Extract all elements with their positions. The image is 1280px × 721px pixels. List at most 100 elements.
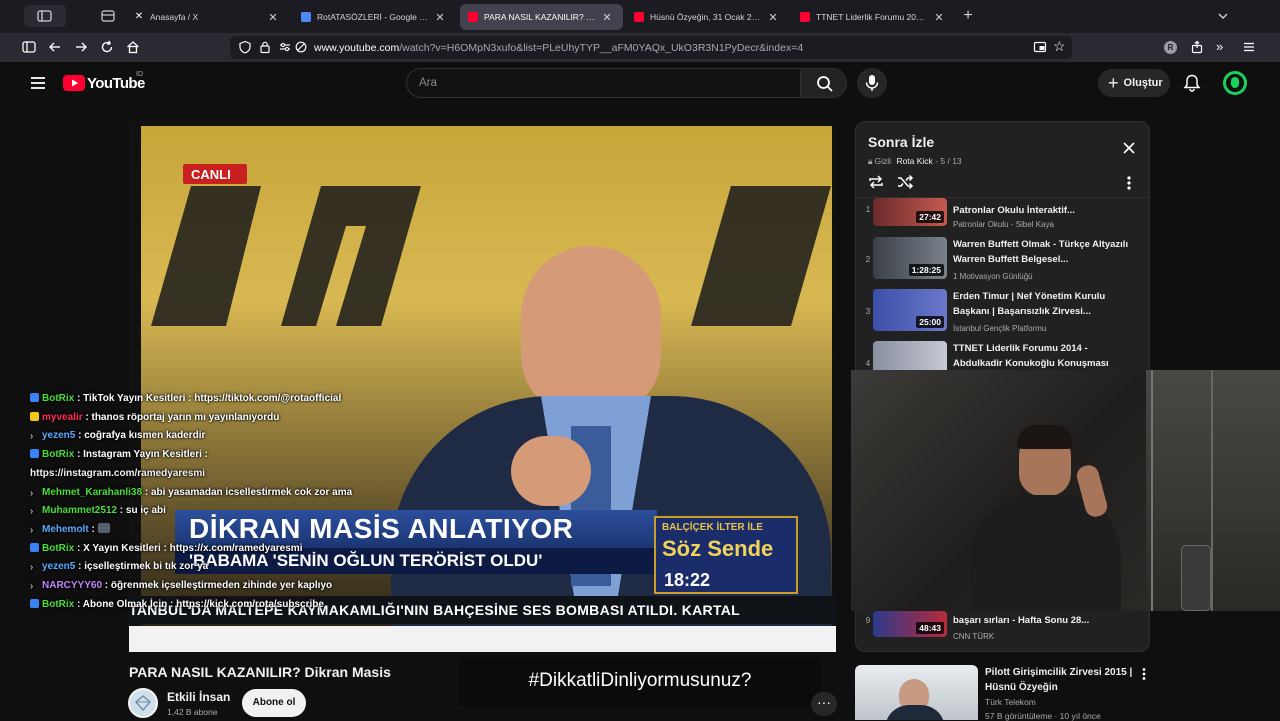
- recommendation-channel: Türk Telekom: [985, 697, 1036, 707]
- bot-badge-icon: [30, 393, 39, 402]
- new-tab-icon[interactable]: +: [960, 8, 976, 24]
- tracking-blocked-icon[interactable]: [294, 40, 308, 54]
- tab-google-doc[interactable]: RotATASÖZLERİ - Google Doküman ✕: [293, 4, 456, 30]
- item-duration: 1:28:25: [908, 264, 944, 276]
- search-input[interactable]: Ara: [406, 68, 801, 98]
- show-name-top: BALÇİÇEK İLTER İLE: [662, 522, 763, 533]
- item-thumbnail[interactable]: 48:43: [873, 611, 947, 637]
- chat-message: › Muhammet2512 : su iç abi: [30, 505, 166, 518]
- playlist-owner[interactable]: Rota Kick: [896, 156, 932, 166]
- live-badge: CANLI: [183, 164, 247, 184]
- youtube-logo[interactable]: YouTube ID: [63, 71, 158, 94]
- tab-groups-icon[interactable]: [101, 9, 115, 23]
- voice-search-button[interactable]: [857, 68, 887, 98]
- tab-ttnet-forum[interactable]: TTNET Liderlik Forumu 2014 - A ✕: [792, 4, 955, 30]
- create-button[interactable]: + Oluştur: [1098, 69, 1170, 97]
- guide-menu-icon[interactable]: [29, 74, 47, 92]
- tab-husnu-ozyegin[interactable]: Hüsnü Özyeğin, 31 Ocak 2017 P ✕: [626, 4, 789, 30]
- tab-title: TTNET Liderlik Forumu 2014 - A: [816, 12, 929, 22]
- playlist-menu-icon[interactable]: [1124, 174, 1134, 192]
- close-icon[interactable]: [1121, 140, 1137, 156]
- recommendation-menu-icon[interactable]: [1140, 667, 1148, 681]
- reader-view-icon[interactable]: [1033, 40, 1047, 54]
- channel-avatar[interactable]: [128, 688, 158, 718]
- url-path: /watch?v=H6OMpN3xufo&list=PLeUhyTYP__aFM…: [399, 42, 804, 54]
- extensions-puzzle-icon[interactable]: »: [1216, 40, 1230, 54]
- chat-username: Mehemolt: [42, 523, 89, 535]
- url-text[interactable]: www.youtube.com/watch?v=H6OMpN3xufo&list…: [314, 42, 803, 54]
- youtube-play-logo-icon: [63, 75, 85, 91]
- more-dots-icon: ···: [817, 694, 831, 710]
- channel-name[interactable]: Etkili İnsan: [167, 690, 230, 704]
- playlist-position: 5 / 13: [940, 156, 962, 166]
- subscribe-button[interactable]: Abone ol: [242, 689, 306, 717]
- chat-message: BotRix : Abone Olmak İçin : https://kick…: [30, 596, 470, 615]
- bot-badge-icon: [30, 449, 39, 459]
- chat-username: BotRix: [42, 393, 75, 404]
- playlist-title[interactable]: Sonra İzle: [868, 134, 934, 150]
- stream-chat-overlay: BotRix : TikTok Yayın Kesitleri : https:…: [30, 390, 470, 614]
- reload-icon[interactable]: [99, 39, 115, 55]
- back-icon[interactable]: [47, 39, 63, 55]
- item-title: başarı sırları - Hafta Sonu 28...: [953, 615, 1090, 626]
- playlist-item[interactable]: 9 48:43 başarı sırları - Hafta Sonu 28..…: [856, 611, 1149, 651]
- x-logo-icon: ✕: [134, 11, 144, 22]
- chat-message: › NARCYYY60 : öğrenmek içselleştirmeden z…: [30, 580, 333, 593]
- sidebar-toggle-icon[interactable]: [24, 5, 66, 27]
- address-bar[interactable]: www.youtube.com/watch?v=H6OMpN3xufo&list…: [230, 36, 1072, 59]
- chat-text: thanos röportaj yarın mı yayınlanıyordu: [91, 411, 280, 423]
- more-actions-button[interactable]: ···: [811, 692, 837, 716]
- tab-close-icon[interactable]: ✕: [434, 11, 446, 24]
- item-thumbnail[interactable]: 1:28:25: [873, 237, 947, 279]
- person-figure: [951, 425, 1131, 611]
- bookmark-star-icon[interactable]: ☆: [1053, 39, 1067, 53]
- item-thumbnail[interactable]: 25:00: [873, 289, 947, 331]
- tab-close-icon[interactable]: ✕: [767, 11, 779, 24]
- video-title: PARA NASIL KAZANILIR? Dikran Masis: [129, 664, 391, 680]
- sidebar-icon[interactable]: [21, 39, 37, 55]
- tab-current-video[interactable]: PARA NASIL KAZANILIR? Dikran Masis ✕: [460, 4, 623, 30]
- item-title: TTNET Liderlik Forumu 2014 - Abdulkadir …: [953, 343, 1109, 369]
- home-icon[interactable]: [125, 39, 141, 55]
- playlist-header: Sonra İzle 🔒︎ Gizli Rota Kick - 5 / 13: [856, 122, 1149, 198]
- tab-close-icon[interactable]: ✕: [933, 11, 945, 24]
- search-button[interactable]: [800, 68, 847, 98]
- playlist-item[interactable]: 2 1:28:25 Warren Buffett Olmak - Türkçe …: [856, 237, 1149, 289]
- tab-x-home[interactable]: ✕ Anasayfa / X ✕: [126, 4, 289, 30]
- shield-icon[interactable]: [238, 40, 252, 54]
- playlist-item[interactable]: 1 27:42 Patronlar Okulu İnteraktif... Pa…: [856, 198, 1149, 234]
- item-thumbnail[interactable]: 27:42: [873, 198, 947, 226]
- chat-username: yezen5: [42, 561, 76, 573]
- chat-username: BotRix: [42, 542, 75, 554]
- extension-r-icon[interactable]: R: [1164, 41, 1177, 54]
- diamond-logo-icon: [135, 695, 151, 711]
- tab-list-chevron-icon[interactable]: [1216, 9, 1230, 23]
- playlist-item[interactable]: 3 25:00 Erden Timur | Nef Yönetim Kurulu…: [856, 289, 1149, 341]
- share-icon[interactable]: [1190, 40, 1204, 54]
- playlist-privacy: Gizli: [874, 156, 892, 166]
- youtube-icon: [634, 12, 644, 22]
- shuffle-icon[interactable]: [896, 173, 914, 191]
- chat-text: Instagram Yayın Kesitleri :: [83, 449, 208, 461]
- account-avatar[interactable]: [1223, 71, 1247, 95]
- tab-close-icon[interactable]: ✕: [601, 11, 613, 24]
- loop-icon[interactable]: [867, 173, 885, 191]
- item-duration: 25:00: [916, 316, 944, 328]
- hashtag-text: #DikkatliDinliyormusunuz?: [528, 670, 752, 691]
- notifications-bell-icon[interactable]: [1182, 73, 1202, 93]
- lock-icon[interactable]: [258, 40, 272, 54]
- chat-message: BotRix : TikTok Yayın Kesitleri : https:…: [30, 390, 470, 409]
- item-channel: 1 Motivasyon Günlüğü: [953, 272, 1033, 281]
- menu-hamburger-icon[interactable]: [1242, 40, 1256, 54]
- chat-message: › Mehmet_Karahanli38 : abi yasamadan icse…: [30, 486, 353, 499]
- permissions-icon[interactable]: [278, 40, 292, 54]
- tab-close-icon[interactable]: ✕: [267, 11, 279, 24]
- forward-icon[interactable]: [73, 39, 89, 55]
- item-duration: 48:43: [916, 622, 944, 634]
- chat-arrow-icon: ›: [30, 524, 34, 536]
- chat-message: BotRix : X Yayın Kesitleri : https://x.c…: [30, 540, 470, 559]
- youtube-header: YouTube ID Ara + Oluştur: [11, 62, 1269, 104]
- recommendation-item[interactable]: Pilott Girişimcilik Zirvesi 2015 | Hüsnü…: [855, 665, 1275, 721]
- recommendation-thumbnail[interactable]: [855, 665, 978, 720]
- video-letterbox: [129, 626, 836, 652]
